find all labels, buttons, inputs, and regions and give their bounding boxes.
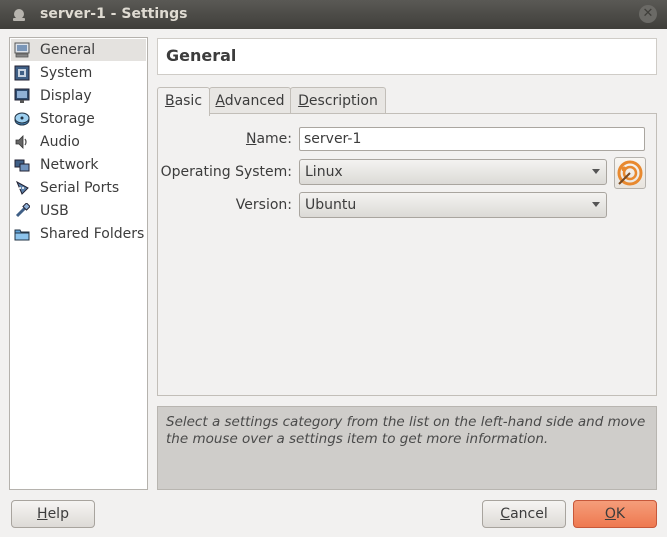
tab-mnemonic: B — [164, 93, 175, 109]
general-icon — [14, 42, 30, 58]
window-title: server-1 - Settings — [40, 6, 188, 22]
window-menu-icon[interactable] — [13, 9, 25, 21]
chevron-down-icon — [592, 169, 600, 174]
button-label-rest: K — [615, 506, 626, 522]
sidebar-item-usb[interactable]: USB — [11, 200, 146, 222]
linux-os-icon — [617, 160, 643, 186]
label-rest: ame: — [256, 131, 292, 147]
sidebar-item-network[interactable]: Network — [11, 154, 146, 176]
sidebar-item-audio[interactable]: Audio — [11, 131, 146, 153]
sidebar-item-label: Shared Folders — [40, 226, 145, 242]
sidebar-item-general[interactable]: General — [11, 39, 146, 61]
name-label: Name: — [152, 131, 292, 147]
tab-mnemonic: D — [298, 93, 309, 109]
sidebar-item-label: Audio — [40, 134, 80, 150]
category-list[interactable]: General System Display Storage Audio Net… — [9, 37, 148, 490]
tab-basic[interactable]: Basic — [157, 87, 210, 116]
sidebar-item-serial-ports[interactable]: Serial Ports — [11, 177, 146, 199]
tab-label-rest: asic — [174, 93, 203, 109]
sidebar-item-label: Network — [40, 157, 99, 173]
tab-advanced[interactable]: Advanced — [209, 87, 291, 115]
display-icon — [14, 88, 30, 103]
tab-panel-basic — [157, 113, 657, 396]
sidebar-item-label: Storage — [40, 111, 95, 127]
os-label: Operating System: — [160, 164, 292, 180]
help-button[interactable]: Help — [11, 500, 95, 528]
sidebar-item-display[interactable]: Display — [11, 85, 146, 107]
storage-icon — [14, 112, 30, 126]
tab-mnemonic: A — [215, 93, 225, 109]
sidebar-item-label: Display — [40, 88, 92, 104]
version-label: Version: — [235, 197, 292, 213]
sidebar-item-label: Serial Ports — [40, 180, 120, 196]
button-mnemonic: H — [37, 506, 48, 522]
title-bar: server-1 - Settings ✕ — [0, 0, 667, 29]
label-mnemonic: N — [245, 131, 257, 147]
button-label-rest: ancel — [510, 506, 548, 522]
sidebar-item-label: System — [40, 65, 93, 81]
info-text: Select a settings category from the list… — [166, 414, 646, 447]
os-select[interactable]: Linux — [299, 159, 607, 185]
version-selected-value: Ubuntu — [305, 197, 357, 213]
tab-label-rest: dvanced — [224, 93, 285, 109]
shared-folders-icon — [14, 229, 30, 241]
close-icon[interactable]: ✕ — [639, 5, 657, 23]
page-header: General — [157, 38, 657, 75]
serial-ports-icon — [15, 180, 29, 195]
settings-window: server-1 - Settings ✕ General System Dis… — [0, 0, 667, 537]
sidebar-item-label: General — [40, 42, 96, 58]
cancel-button[interactable]: Cancel — [482, 500, 566, 528]
audio-icon — [15, 135, 27, 149]
version-select[interactable]: Ubuntu — [299, 192, 607, 218]
chevron-down-icon — [592, 202, 600, 207]
tab-label-rest: escription — [308, 93, 378, 109]
button-mnemonic: C — [500, 506, 511, 522]
info-panel: Select a settings category from the list… — [157, 406, 657, 490]
system-icon — [14, 65, 30, 81]
usb-icon — [15, 203, 30, 218]
name-field[interactable]: server-1 — [299, 127, 645, 151]
page-title: General — [166, 46, 237, 65]
ok-button[interactable]: OK — [573, 500, 657, 528]
button-label-rest: elp — [47, 506, 69, 522]
sidebar-item-system[interactable]: System — [11, 62, 146, 84]
os-selected-value: Linux — [305, 164, 343, 180]
network-icon — [14, 159, 30, 172]
os-type-icon — [614, 157, 646, 189]
sidebar-item-storage[interactable]: Storage — [11, 108, 146, 130]
tab-description[interactable]: Description — [290, 87, 386, 115]
sidebar-item-label: USB — [40, 203, 69, 219]
button-mnemonic: O — [604, 506, 616, 522]
sidebar-item-shared-folders[interactable]: Shared Folders — [11, 223, 146, 245]
